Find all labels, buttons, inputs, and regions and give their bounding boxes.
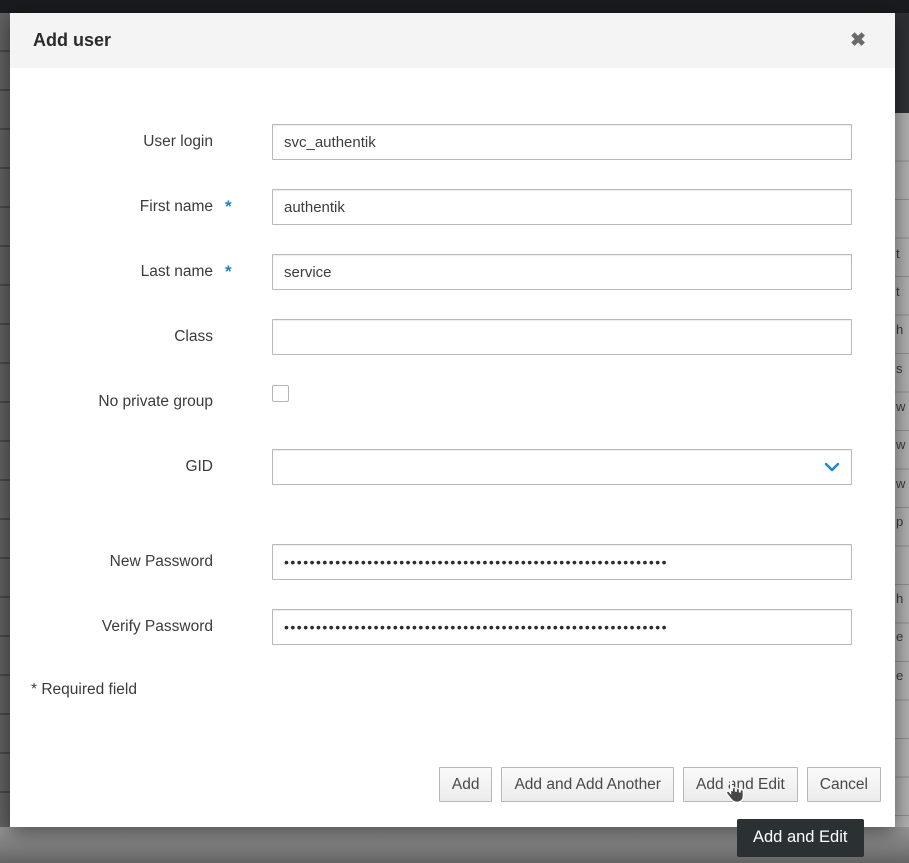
edge-text-fragment: w (896, 476, 905, 491)
no-private-group-checkbox[interactable] (272, 385, 289, 402)
edge-text-fragment: h (896, 322, 903, 337)
dialog-header: Add user ✖ (10, 13, 895, 68)
gid-row: GID (10, 449, 895, 485)
add-user-dialog: Add user ✖ User login First name * Last … (10, 13, 895, 827)
last-name-row: Last name * (10, 254, 895, 290)
edge-text-fragment: s (896, 361, 903, 376)
edge-text-fragment: h (896, 591, 903, 606)
dialog-title: Add user (33, 30, 844, 51)
user-login-input[interactable] (272, 124, 852, 160)
verify-password-label: Verify Password (31, 618, 213, 636)
last-name-input[interactable] (272, 254, 852, 290)
add-and-edit-button[interactable]: Add and Edit (683, 767, 798, 802)
dialog-body: User login First name * Last name * Clas… (10, 68, 895, 699)
new-password-row: New Password (10, 544, 895, 580)
required-star: * (225, 197, 245, 217)
new-password-input[interactable] (272, 544, 852, 580)
user-login-label: User login (31, 133, 213, 151)
backdrop-left-edge (0, 13, 10, 863)
dialog-footer: Add Add and Add Another Add and Edit Can… (10, 767, 895, 802)
edge-text-fragment: t (896, 246, 900, 261)
required-star: * (225, 262, 245, 282)
first-name-row: First name * (10, 189, 895, 225)
backdrop-page-navbar (0, 0, 909, 13)
add-and-add-another-button[interactable]: Add and Add Another (501, 767, 674, 802)
edge-text-fragment: p (896, 514, 903, 529)
backdrop-right-edge: t t h s w w w p h e e (895, 113, 909, 827)
user-login-row: User login (10, 124, 895, 160)
edge-text-fragment: w (896, 399, 905, 414)
close-icon[interactable]: ✖ (844, 29, 872, 52)
cancel-button[interactable]: Cancel (807, 767, 881, 802)
edge-text-fragment: t (896, 284, 900, 299)
first-name-label: First name (31, 198, 213, 216)
no-private-group-label: No private group (31, 393, 213, 411)
gid-combobox-input[interactable] (272, 449, 852, 485)
gid-label: GID (31, 458, 213, 476)
verify-password-input[interactable] (272, 609, 852, 645)
edge-text-fragment: w (896, 437, 905, 452)
class-label: Class (31, 328, 213, 346)
first-name-input[interactable] (272, 189, 852, 225)
no-private-group-row: No private group (10, 384, 895, 420)
new-password-label: New Password (31, 553, 213, 571)
verify-password-row: Verify Password (10, 609, 895, 645)
edge-text-fragment: e (896, 629, 903, 644)
last-name-label: Last name (31, 263, 213, 281)
backdrop-right-edge-header (895, 13, 909, 113)
add-button[interactable]: Add (439, 767, 493, 802)
chevron-down-icon[interactable] (824, 462, 840, 472)
required-field-note: * Required field (31, 681, 895, 699)
add-and-edit-tooltip: Add and Edit (737, 819, 864, 857)
class-input[interactable] (272, 319, 852, 355)
edge-text-fragment: e (896, 668, 903, 683)
class-row: Class (10, 319, 895, 355)
